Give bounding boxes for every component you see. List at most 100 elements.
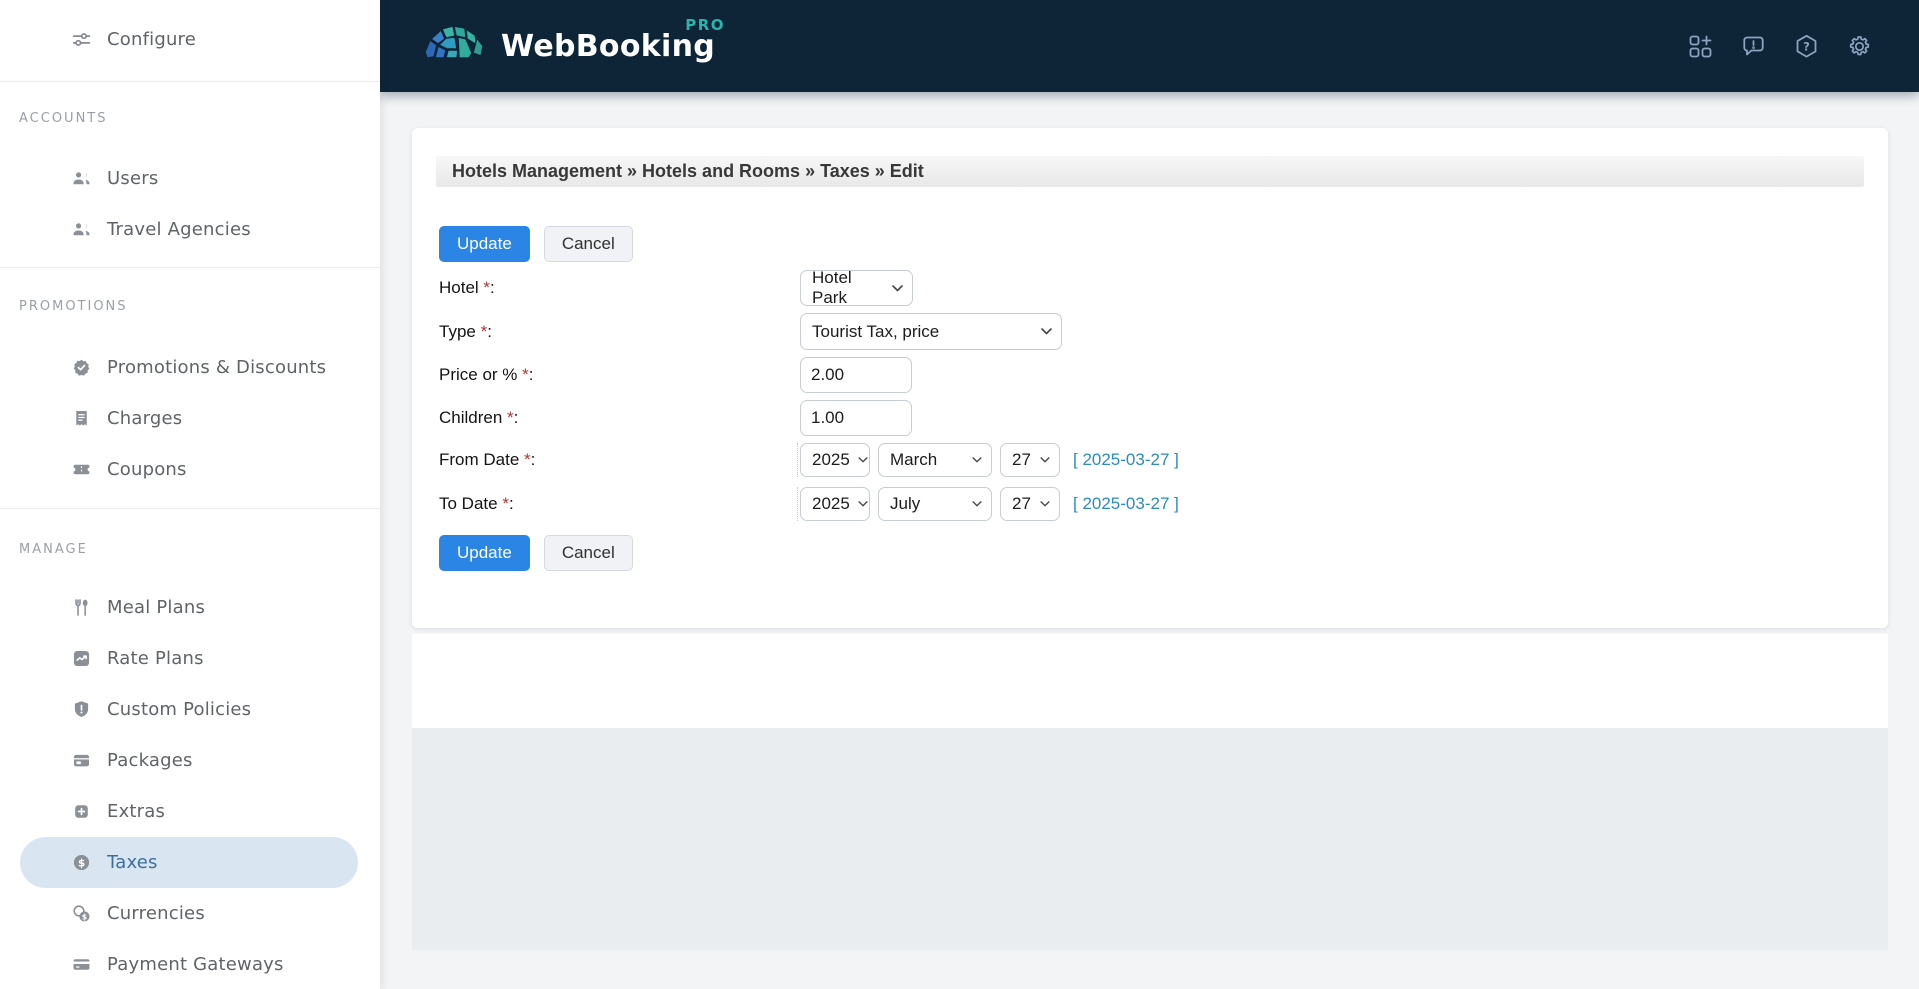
sidebar-item-packages[interactable]: Packages <box>0 735 380 786</box>
sidebar-item-label: Charges <box>107 408 183 429</box>
sidebar: Configure ACCOUNTS Users Travel Agencies… <box>0 0 380 989</box>
children-row: Children *: <box>439 400 1864 436</box>
required-mark: * <box>517 365 529 384</box>
from-date-picker-link[interactable]: [ 2025-03-27 ] <box>1073 450 1179 470</box>
edit-tax-card: Hotels Management » Hotels and Rooms » T… <box>412 128 1888 628</box>
top-header: WebBooking PRO ? <box>380 0 1919 92</box>
sidebar-item-rate-plans[interactable]: Rate Plans <box>0 633 380 684</box>
sidebar-divider <box>0 508 380 509</box>
sidebar-item-taxes[interactable]: $ Taxes <box>20 837 358 888</box>
update-button[interactable]: Update <box>439 226 530 262</box>
to-year-select[interactable]: 2025 <box>800 487 870 521</box>
to-date-picker-link[interactable]: [ 2025-03-27 ] <box>1073 494 1179 514</box>
receipt-icon <box>70 408 92 430</box>
to-day-select[interactable]: 27 <box>1000 487 1060 521</box>
apps-add-icon[interactable] <box>1687 33 1714 60</box>
action-buttons-top: Update Cancel <box>439 226 1864 262</box>
sidebar-divider <box>0 267 380 268</box>
brand-logo: WebBooking PRO <box>380 15 725 68</box>
sidebar-item-label: Taxes <box>107 852 158 873</box>
plus-square-icon <box>70 801 92 823</box>
sidebar-item-travel-agencies[interactable]: Travel Agencies <box>0 204 380 255</box>
action-buttons-bottom: Update Cancel <box>439 535 1864 571</box>
to-month-select[interactable]: July <box>878 487 992 521</box>
ticket-icon <box>70 459 92 481</box>
shield-icon <box>70 699 92 721</box>
cloud-logo-icon <box>424 25 484 59</box>
to-date-row: To Date *: 2025 July 27 [ 2025-03-27] <box>439 487 1864 521</box>
badge-check-icon <box>70 357 92 379</box>
hotel-label: Hotel *: <box>439 278 495 297</box>
sidebar-item-extras[interactable]: Extras <box>0 786 380 837</box>
required-mark: * <box>475 321 488 341</box>
chevron-down-icon <box>858 457 868 463</box>
price-label: Price or % *: <box>439 365 534 384</box>
type-select[interactable]: Tourist Tax, price <box>800 313 1062 350</box>
brand-name: WebBooking PRO <box>501 15 725 64</box>
trend-chart-icon <box>70 648 92 670</box>
sidebar-item-users[interactable]: Users <box>0 153 380 204</box>
sidebar-item-label: Currencies <box>107 903 205 924</box>
sidebar-item-custom-policies[interactable]: Custom Policies <box>0 684 380 735</box>
breadcrumb-text: Hotels Management » Hotels and Rooms » T… <box>452 161 924 181</box>
required-mark: * <box>519 450 531 469</box>
chevron-down-icon <box>972 501 982 507</box>
chevron-down-icon <box>1040 501 1050 507</box>
settings-gear-icon[interactable] <box>1846 33 1873 60</box>
required-mark: * <box>502 408 514 427</box>
sidebar-item-label: Coupons <box>107 459 187 480</box>
hotel-row: Hotel *: Hotel Park <box>439 268 1864 307</box>
type-row: Type *: Tourist Tax, price <box>439 313 1864 350</box>
sidebar-item-coupons[interactable]: Coupons <box>0 444 380 495</box>
sidebar-item-label: Travel Agencies <box>107 219 251 240</box>
users-icon <box>70 168 92 190</box>
cutlery-icon <box>70 597 92 619</box>
breadcrumb[interactable]: Hotels Management » Hotels and Rooms » T… <box>436 156 1864 187</box>
box-icon <box>70 750 92 772</box>
sliders-icon <box>70 29 92 51</box>
price-input[interactable] <box>800 357 912 393</box>
sidebar-item-label: Meal Plans <box>107 597 206 618</box>
sidebar-section-accounts: ACCOUNTS <box>19 110 108 126</box>
sidebar-divider <box>0 81 380 82</box>
sidebar-item-label: Packages <box>107 750 193 771</box>
chevron-down-icon <box>1040 457 1050 463</box>
from-year-select[interactable]: 2025 <box>800 443 870 477</box>
cancel-button[interactable]: Cancel <box>543 535 633 571</box>
from-month-select[interactable]: March <box>878 443 992 477</box>
footer-gray-block <box>412 728 1888 950</box>
hotel-select[interactable]: Hotel Park <box>800 268 913 307</box>
sidebar-item-currencies[interactable]: $ Currencies <box>0 888 380 939</box>
sidebar-item-meal-plans[interactable]: Meal Plans <box>0 582 380 633</box>
chevron-down-icon <box>1041 328 1052 335</box>
help-icon[interactable]: ? <box>1793 33 1820 60</box>
sidebar-item-payment-gateways[interactable]: Payment Gateways <box>0 939 380 989</box>
users-icon <box>70 219 92 241</box>
svg-text:$: $ <box>81 912 86 921</box>
children-input[interactable] <box>800 400 912 436</box>
from-date-label: From Date *: <box>439 450 536 469</box>
dollar-coin-icon: $ <box>70 852 92 874</box>
svg-text:?: ? <box>1803 39 1810 53</box>
update-button[interactable]: Update <box>439 535 530 571</box>
price-row: Price or % *: <box>439 357 1864 393</box>
chevron-down-icon <box>892 284 903 292</box>
from-day-select[interactable]: 27 <box>1000 443 1060 477</box>
sidebar-item-label: Payment Gateways <box>107 954 284 975</box>
main-content: Hotels Management » Hotels and Rooms » T… <box>380 92 1919 989</box>
coins-icon: $ <box>70 903 92 925</box>
content-white-strip <box>412 634 1888 728</box>
sidebar-section-promotions: PROMOTIONS <box>19 298 128 314</box>
chevron-down-icon <box>972 457 982 463</box>
from-date-row: From Date *: 2025 March 27 [ 2025-03-27 … <box>439 443 1864 477</box>
header-actions: ? <box>1687 33 1919 60</box>
sidebar-item-promotions-discounts[interactable]: Promotions & Discounts <box>0 342 380 393</box>
sidebar-item-configure[interactable]: Configure <box>0 14 380 65</box>
sidebar-item-charges[interactable]: Charges <box>0 393 380 444</box>
to-date-label: To Date *: <box>439 494 514 513</box>
svg-text:$: $ <box>77 857 84 869</box>
feedback-icon[interactable] <box>1740 33 1767 60</box>
type-label: Type *: <box>439 321 492 341</box>
cancel-button[interactable]: Cancel <box>543 226 633 262</box>
sidebar-item-label: Extras <box>107 801 166 822</box>
